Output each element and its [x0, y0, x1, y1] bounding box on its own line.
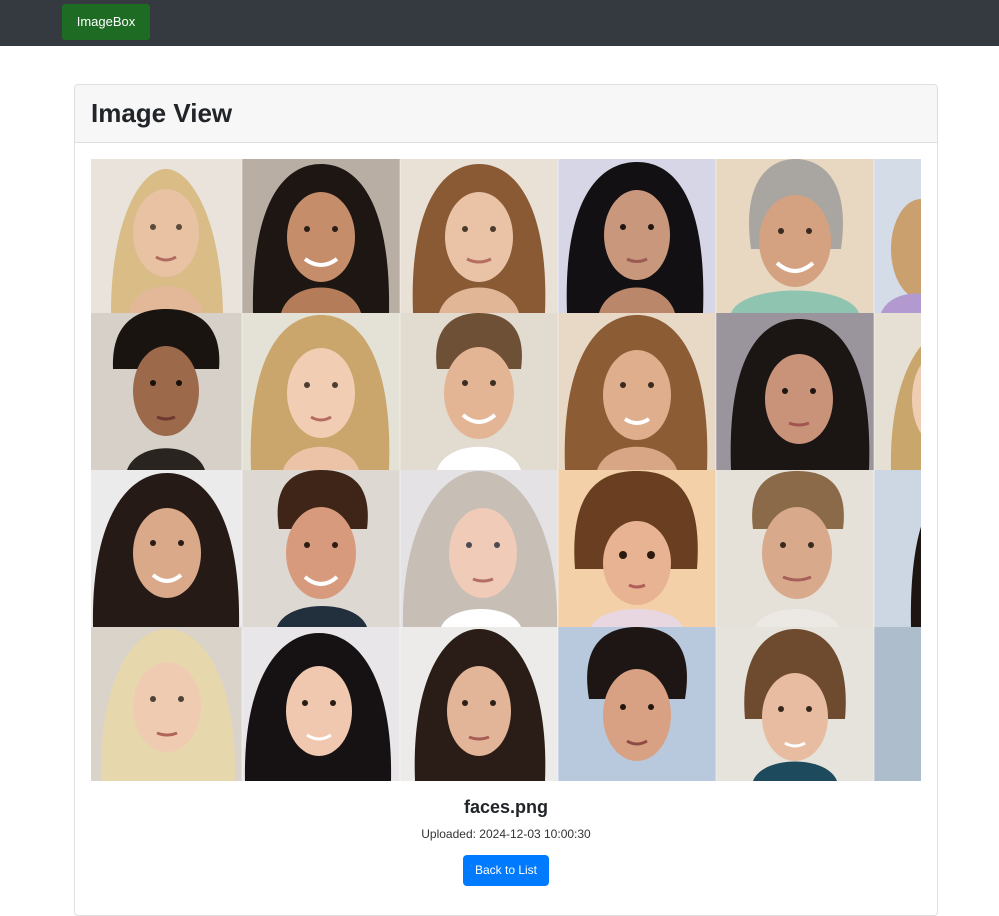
face-tile — [400, 470, 558, 627]
face-tile — [400, 627, 558, 781]
uploaded-image — [91, 159, 921, 781]
face-tile — [716, 627, 874, 781]
image-filename: faces.png — [463, 797, 549, 817]
face-tile — [874, 159, 921, 313]
face-tile — [91, 159, 242, 313]
card-header: Image View — [75, 85, 937, 143]
face-tile — [716, 159, 874, 313]
face-tile — [874, 470, 921, 627]
face-tile — [874, 627, 921, 781]
face-tile — [91, 309, 242, 470]
face-tile — [400, 313, 558, 470]
upload-timestamp: Uploaded: 2024-12-03 10:00:30 — [421, 827, 591, 841]
page-title: Image View — [91, 98, 233, 128]
face-tile — [242, 470, 400, 627]
face-grid-image — [91, 159, 921, 781]
face-tile — [716, 313, 874, 470]
top-navbar: ImageBox — [0, 0, 999, 46]
face-tile — [242, 159, 400, 313]
face-tile — [874, 313, 921, 470]
face-tile — [716, 470, 874, 627]
face-tile — [558, 313, 716, 470]
face-tile — [91, 627, 242, 781]
face-tile — [91, 470, 242, 627]
face-tile — [242, 313, 400, 470]
back-to-list-button[interactable]: Back to List — [463, 855, 549, 886]
face-tile — [558, 470, 716, 627]
face-tile — [558, 627, 716, 781]
brand-button[interactable]: ImageBox — [62, 4, 150, 40]
face-tile — [558, 159, 716, 313]
image-view-card: Image View faces.png Uploaded: 2024-12-0… — [74, 84, 938, 916]
face-tile — [242, 627, 400, 781]
face-tile — [400, 159, 558, 313]
